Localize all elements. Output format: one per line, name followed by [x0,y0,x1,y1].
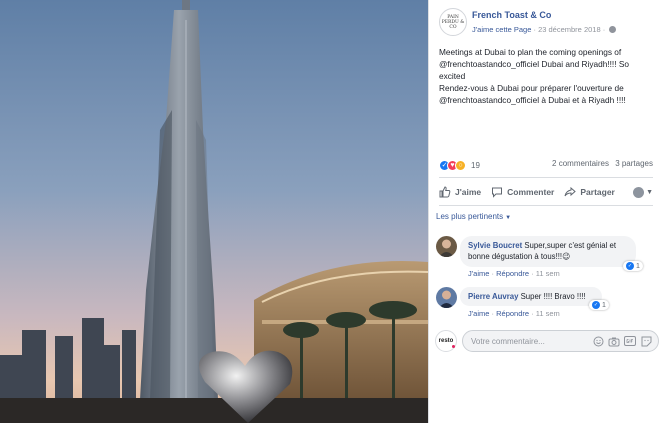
post-panel: PAIN PERDU & CO French Toast & Co J'aime… [428,0,660,423]
comment-reply-link[interactable]: Répondre [496,269,529,278]
comment-meta: J'aime · Répondre · 11 sem [468,309,560,318]
divider [439,205,653,206]
comment-author-link[interactable]: Sylvie Boucret [468,241,522,250]
like-page-link[interactable]: J'aime cette Page [472,25,531,34]
comment-like-link[interactable]: J'aime [468,269,489,278]
comment-button-label: Commenter [507,187,555,197]
like-reaction-icon: ✓ [592,301,600,309]
sticker-icon[interactable] [640,335,652,347]
comment-like-count: 1 [636,262,640,270]
comment-time[interactable]: 11 sem [536,269,560,278]
comment-like-link[interactable]: J'aime [468,309,489,318]
commenter-avatar[interactable] [436,287,457,308]
like-reaction-icon: ✓ [626,262,634,270]
comment-bubble: Pierre Auvray Super !!!! Bravo !!!! [460,287,602,306]
comment-author-link[interactable]: Pierre Auvray [468,292,518,301]
comment-reply-link[interactable]: Répondre [496,309,529,318]
post-text: Meetings at Dubai to plan the coming ope… [439,47,629,105]
page-avatar-text: PAIN PERDU & CO [441,14,465,30]
shares-count-link[interactable]: 3 partages [615,159,653,168]
profile-avatar-icon [633,186,645,198]
avatar-photo [436,287,457,308]
chevron-down-icon: ▼ [505,215,512,221]
camera-icon[interactable] [608,335,620,347]
page-name-link[interactable]: French Toast & Co [472,10,551,20]
post-meta: J'aime cette Page · 23 décembre 2018 · [472,25,617,34]
comment-like-badge[interactable]: ✓ 1 [623,261,643,271]
comments-filter-label: Les plus pertinents [436,212,504,221]
commenter-page-avatar[interactable]: resto [435,330,457,352]
comment-input-box [462,330,659,352]
meta-separator: · [602,25,606,34]
share-arrow-icon [564,186,577,197]
comment-composer: resto [435,328,659,352]
speech-bubble-icon [492,187,503,198]
post-date[interactable]: 23 décembre 2018 [538,25,601,34]
commenter-avatar[interactable] [436,236,457,257]
like-button-label: J'aime [455,187,482,197]
comment-button[interactable]: Commenter [491,186,554,198]
meta-separator: · [533,25,536,34]
gif-icon[interactable] [624,335,636,347]
comment-item: Sylvie Boucret Super,super c'est génial … [436,236,658,284]
comment-input[interactable] [471,335,579,348]
comment-meta: J'aime · Répondre · 11 sem [468,269,560,278]
thumbs-up-icon [439,186,451,198]
divider [439,177,653,178]
comment-time[interactable]: 11 sem [536,309,560,318]
comment-like-badge[interactable]: ✓ 1 [589,300,609,310]
page-avatar[interactable]: PAIN PERDU & CO [439,8,467,36]
wow-reaction-icon: ○ [455,159,466,171]
post-photo[interactable] [0,0,428,423]
resto-logo-text: resto [438,338,454,344]
comment-like-count: 1 [602,301,606,309]
comment-text: Super !!!! Bravo !!!! [520,292,586,301]
reaction-count: 19 [471,160,480,170]
share-button-label: Partager [580,187,615,197]
reactions-summary[interactable]: ✓ ♥ ○ 19 [439,159,480,171]
logo-dot [452,345,455,348]
comments-count-link[interactable]: 2 commentaires [552,159,609,168]
post-header: PAIN PERDU & CO French Toast & Co J'aime… [439,8,653,38]
comments-filter-dropdown[interactable]: Les plus pertinents ▼ [436,212,511,221]
wink-emoji-icon: 😉 [562,252,571,261]
burj-khalifa-photo [0,0,428,423]
post-actions: J'aime Commenter Partager ▼ [439,181,653,203]
audience-selector[interactable]: ▼ [633,186,653,198]
smiley-icon[interactable] [592,335,604,347]
chevron-down-icon: ▼ [646,188,653,196]
comment-item: Pierre Auvray Super !!!! Bravo !!!! ✓ 1 … [436,287,658,323]
post-stats: ✓ ♥ ○ 19 2 commentaires 3 partages [439,158,653,172]
comment-bubble: Sylvie Boucret Super,super c'est génial … [460,236,636,267]
globe-icon [609,26,617,33]
avatar-photo [436,236,457,257]
like-button[interactable]: J'aime [439,186,481,198]
share-button[interactable]: Partager [564,186,615,198]
